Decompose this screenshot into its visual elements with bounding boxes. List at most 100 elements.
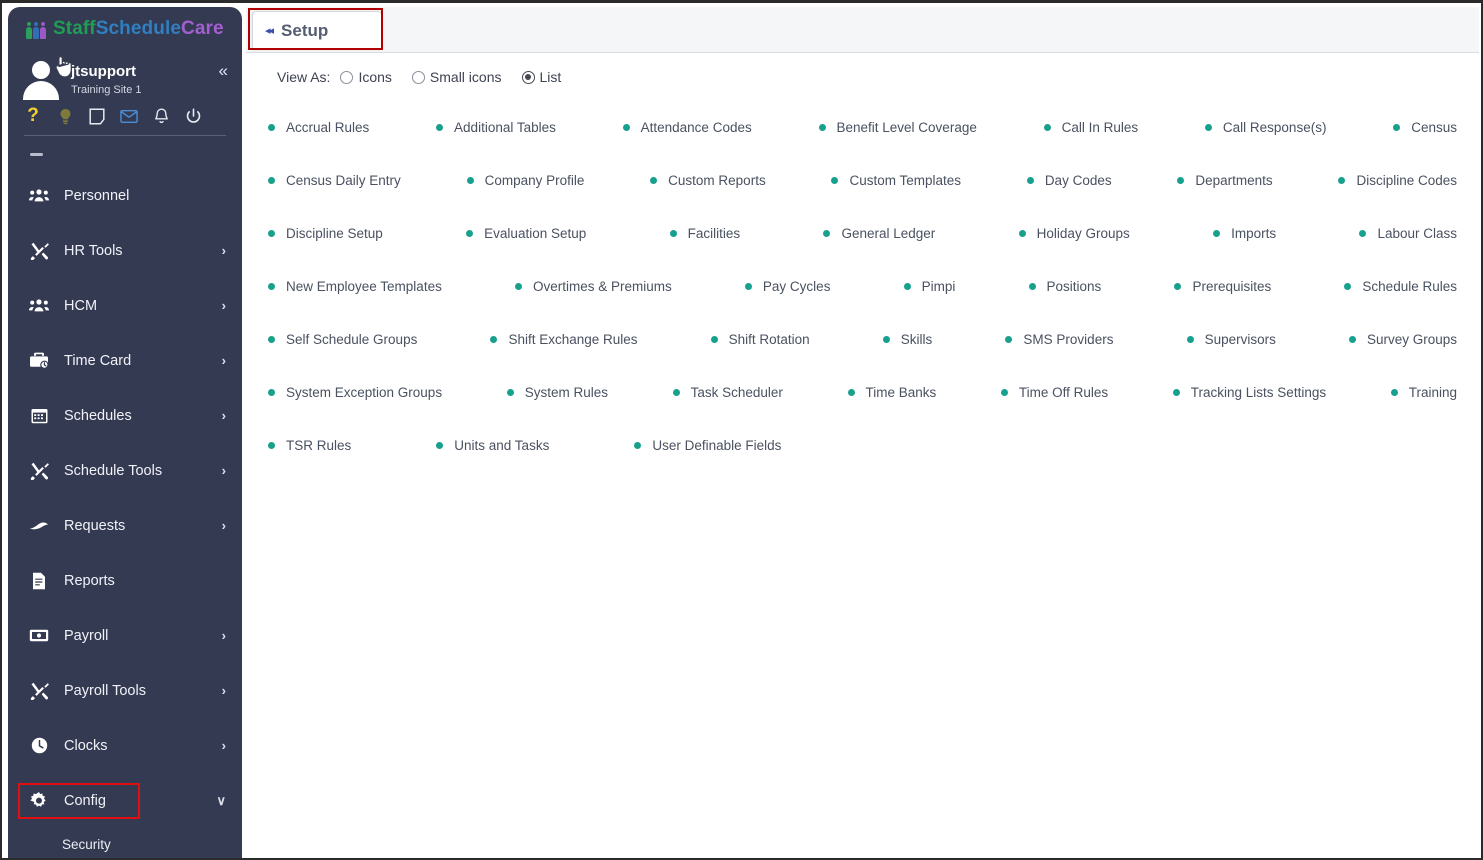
people-icon xyxy=(28,188,50,203)
application-window: StaffScheduleCare jtsupport Training Sit… xyxy=(0,0,1483,860)
setup-item[interactable]: Time Off Rules xyxy=(1000,385,1108,400)
setup-item[interactable]: General Ledger xyxy=(823,226,935,241)
sidebar-item-clocks[interactable]: Clocks › xyxy=(8,718,242,773)
setup-items-row: Discipline Setup Evaluation Setup Faciliti… xyxy=(268,207,1457,260)
view-as-option-small-icons[interactable]: Small icons xyxy=(411,69,502,85)
setup-item-label: Prerequisites xyxy=(1192,279,1272,294)
setup-item[interactable]: New Employee Templates xyxy=(268,279,442,294)
sidebar-item-hcm[interactable]: HCM › xyxy=(8,278,242,333)
sidebar-subitem-security[interactable]: Security xyxy=(8,828,242,858)
sidebar-item-payroll[interactable]: Payroll › xyxy=(8,608,242,663)
setup-item[interactable]: Task Scheduler xyxy=(672,385,783,400)
help-icon[interactable]: ? xyxy=(24,106,42,125)
bullet-icon xyxy=(744,283,752,290)
setup-item[interactable]: Facilities xyxy=(669,226,741,241)
rewind-icon[interactable]: ◂◂ xyxy=(265,24,274,37)
sidebar-collapse-button[interactable]: « xyxy=(219,59,228,80)
sidebar-item-payroll-tools[interactable]: Payroll Tools › xyxy=(8,663,242,718)
setup-item-label: Facilities xyxy=(687,226,741,241)
setup-item[interactable]: Day Codes xyxy=(1026,173,1112,188)
setup-item[interactable]: Supervisors xyxy=(1186,332,1276,347)
setup-item[interactable]: Census Daily Entry xyxy=(268,173,401,188)
setup-item[interactable]: Units and Tasks xyxy=(436,438,549,453)
tab-setup[interactable]: ◂◂ Setup xyxy=(252,11,382,49)
bullet-icon xyxy=(1028,283,1036,290)
bullet-icon xyxy=(710,336,718,343)
setup-item[interactable]: Evaluation Setup xyxy=(466,226,586,241)
bullet-icon xyxy=(1348,336,1356,343)
lightbulb-icon[interactable] xyxy=(56,107,74,125)
setup-item[interactable]: Custom Templates xyxy=(831,173,961,188)
setup-items-row: System Exception Groups System Rules Task … xyxy=(268,366,1457,419)
chevron-right-icon: › xyxy=(221,243,226,258)
radio-small-icons[interactable] xyxy=(411,70,425,84)
setup-item[interactable]: Additional Tables xyxy=(436,120,556,135)
setup-item[interactable]: Survey Groups xyxy=(1348,332,1457,347)
radio-icons[interactable] xyxy=(340,70,354,84)
setup-item[interactable]: Attendance Codes xyxy=(622,120,752,135)
setup-item[interactable]: Positions xyxy=(1028,279,1101,294)
radio-list[interactable] xyxy=(521,70,535,84)
sidebar-item-hr-tools[interactable]: HR Tools › xyxy=(8,223,242,278)
setup-item[interactable]: SMS Providers xyxy=(1005,332,1113,347)
setup-item[interactable]: Labour Class xyxy=(1359,226,1457,241)
setup-item[interactable]: Self Schedule Groups xyxy=(268,332,417,347)
sidebar-item-time-card[interactable]: Time Card › xyxy=(8,333,242,388)
setup-item[interactable]: Benefit Level Coverage xyxy=(818,120,977,135)
setup-item[interactable]: Time Banks xyxy=(847,385,936,400)
setup-item[interactable]: Accrual Rules xyxy=(268,120,369,135)
hand-icon xyxy=(28,520,50,531)
setup-item[interactable]: Shift Rotation xyxy=(710,332,810,347)
setup-item[interactable]: System Rules xyxy=(506,385,608,400)
setup-item[interactable]: Holiday Groups xyxy=(1018,226,1130,241)
setup-item[interactable]: Departments xyxy=(1177,173,1273,188)
sidebar-item-config[interactable]: Config ∨ xyxy=(8,773,242,828)
setup-item[interactable]: Skills xyxy=(882,332,932,347)
setup-item-label: Custom Reports xyxy=(668,173,766,188)
sidebar-item-schedules[interactable]: Schedules › xyxy=(8,388,242,443)
note-icon[interactable] xyxy=(88,107,106,125)
sidebar-item-requests[interactable]: Requests › xyxy=(8,498,242,553)
collapse-indicator[interactable] xyxy=(30,153,43,156)
setup-item[interactable]: Pimpi xyxy=(903,279,956,294)
setup-item[interactable]: Shift Exchange Rules xyxy=(490,332,638,347)
setup-item-label: Training xyxy=(1408,385,1457,400)
setup-item-label: User Definable Fields xyxy=(652,438,782,453)
setup-item-label: Additional Tables xyxy=(454,120,556,135)
brand-logo[interactable]: StaffScheduleCare xyxy=(8,7,242,51)
setup-item-label: Pimpi xyxy=(921,279,956,294)
setup-item[interactable]: Tracking Lists Settings xyxy=(1172,385,1326,400)
view-as-option-list[interactable]: List xyxy=(521,69,561,85)
setup-item[interactable]: Discipline Codes xyxy=(1338,173,1457,188)
setup-item[interactable]: TSR Rules xyxy=(268,438,351,453)
bullet-icon xyxy=(268,230,275,237)
calendar-icon xyxy=(28,407,50,424)
setup-item[interactable]: System Exception Groups xyxy=(268,385,442,400)
setup-item[interactable]: Call In Rules xyxy=(1043,120,1139,135)
setup-item[interactable]: Company Profile xyxy=(466,173,584,188)
power-icon[interactable] xyxy=(184,107,202,125)
sidebar-item-reports[interactable]: Reports xyxy=(8,553,242,608)
sidebar-item-schedule-tools[interactable]: Schedule Tools › xyxy=(8,443,242,498)
setup-item[interactable]: Discipline Setup xyxy=(268,226,383,241)
setup-item[interactable]: Call Response(s) xyxy=(1204,120,1326,135)
sidebar-item-personnel[interactable]: Personnel xyxy=(8,168,242,223)
setup-item[interactable]: Overtimes & Premiums xyxy=(514,279,672,294)
bullet-icon xyxy=(650,177,658,184)
bullet-icon xyxy=(514,283,522,290)
view-as-option-icons[interactable]: Icons xyxy=(340,69,392,85)
setup-item[interactable]: Census xyxy=(1393,120,1457,135)
setup-item[interactable]: Schedule Rules xyxy=(1344,279,1457,294)
setup-item-label: Call In Rules xyxy=(1061,120,1139,135)
setup-item[interactable]: Imports xyxy=(1213,226,1276,241)
setup-item[interactable]: Custom Reports xyxy=(650,173,766,188)
user-profile: jtsupport Training Site 1 « xyxy=(8,51,242,100)
setup-item[interactable]: Pay Cycles xyxy=(744,279,830,294)
bell-icon[interactable] xyxy=(152,107,170,125)
mail-icon[interactable] xyxy=(120,107,138,125)
setup-item[interactable]: Training xyxy=(1390,385,1457,400)
setup-item[interactable]: User Definable Fields xyxy=(634,438,781,453)
setup-item[interactable]: Prerequisites xyxy=(1174,279,1271,294)
bullet-icon xyxy=(1393,124,1401,131)
setup-item-label: Shift Rotation xyxy=(728,332,810,347)
